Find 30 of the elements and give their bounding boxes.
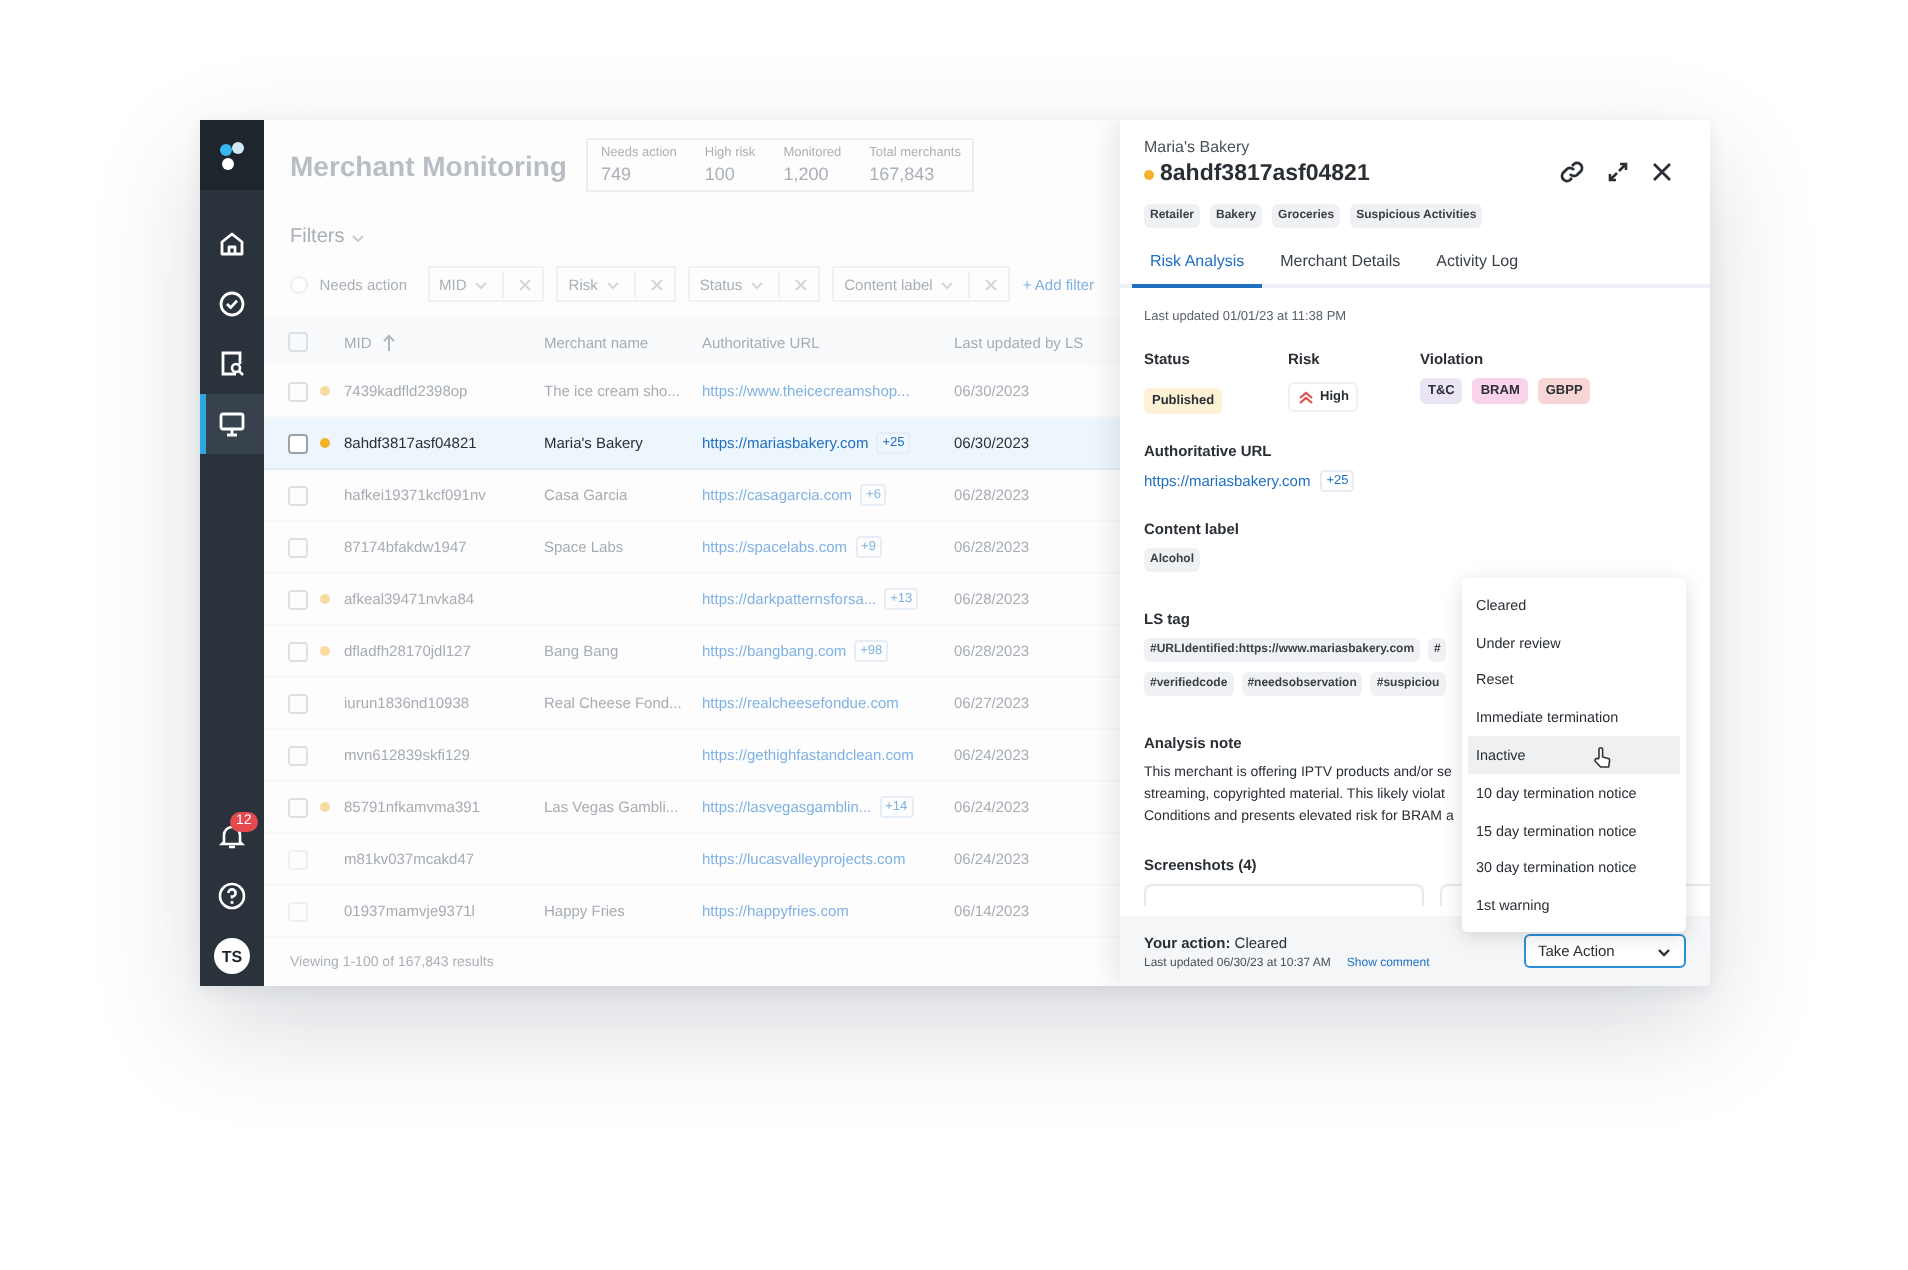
- logo-icon[interactable]: [200, 120, 264, 190]
- close-icon[interactable]: [1650, 160, 1674, 184]
- chevron-down-icon: [750, 277, 765, 291]
- stat-value: 1,200: [783, 164, 831, 184]
- chevron-down-icon: [605, 277, 620, 291]
- page-title: Merchant Monitoring: [290, 149, 567, 181]
- user-avatar[interactable]: TS: [214, 938, 250, 974]
- screenshot-card[interactable]: [1144, 884, 1424, 906]
- filters-toggle[interactable]: Filters: [290, 226, 345, 248]
- tab[interactable]: Activity Log: [1418, 252, 1537, 288]
- bell-icon[interactable]: [216, 820, 248, 852]
- stat-value: 749: [600, 164, 633, 184]
- merchant-name: Maria's Bakery: [1144, 138, 1252, 156]
- merchant-id: 8ahdf3817asf04821: [1160, 162, 1370, 186]
- chevron-down-icon: [474, 277, 489, 291]
- hand-cursor-icon: [1592, 746, 1612, 771]
- expand-icon[interactable]: [1606, 160, 1630, 184]
- chevron-down-icon[interactable]: [350, 229, 367, 245]
- chevron-down-icon: [1656, 943, 1672, 959]
- link-icon[interactable]: [1558, 158, 1586, 186]
- double-chevron-up-icon: [1298, 390, 1314, 404]
- sort-up-icon[interactable]: [381, 333, 396, 351]
- tab[interactable]: Merchant Details: [1262, 252, 1419, 288]
- chevron-down-icon: [940, 277, 955, 291]
- monitor-icon[interactable]: [200, 394, 264, 454]
- stat-value: 100: [704, 164, 737, 184]
- tab[interactable]: Risk Analysis: [1132, 252, 1263, 288]
- checkbox[interactable]: [288, 433, 308, 453]
- stat-value: 167,843: [869, 164, 937, 184]
- help-icon[interactable]: [216, 880, 248, 912]
